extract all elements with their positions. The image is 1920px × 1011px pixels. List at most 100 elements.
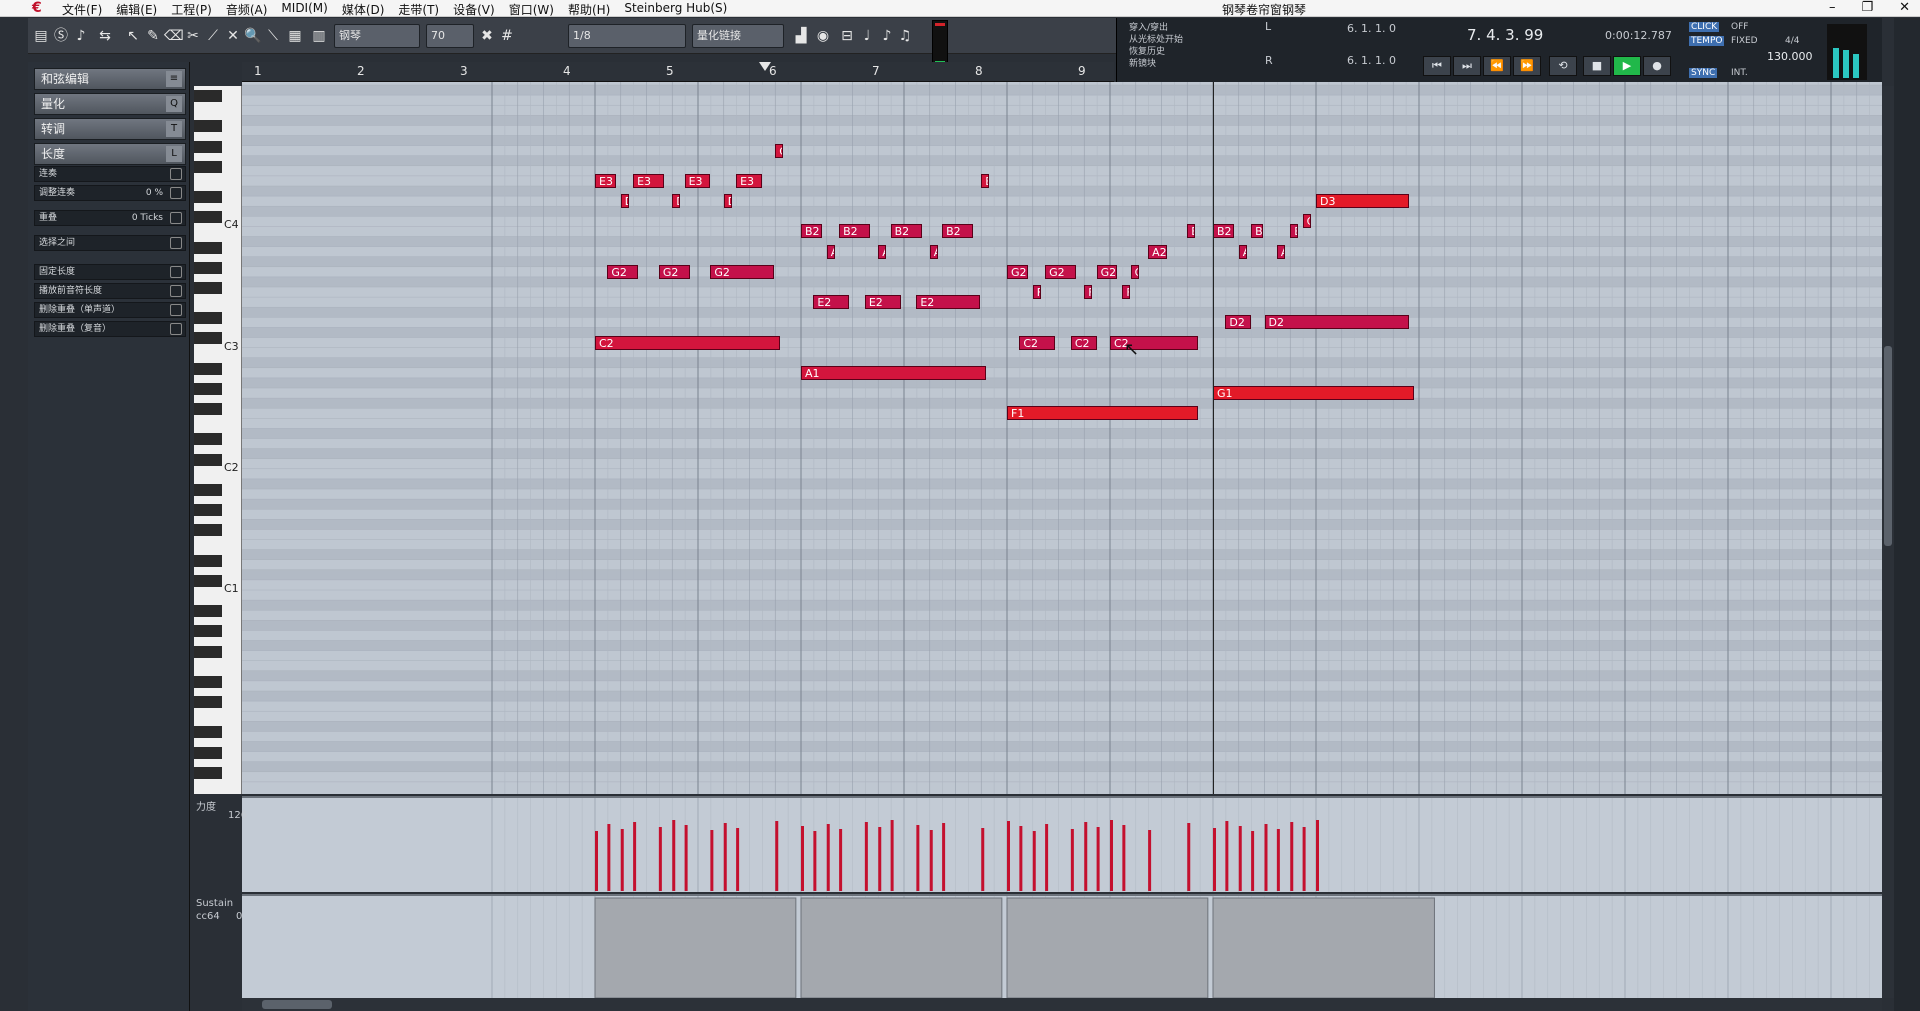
midi-note[interactable]: G2 — [1007, 264, 1028, 279]
listen-icon[interactable]: ♪ — [72, 27, 90, 45]
midi-note[interactable]: C2 — [1070, 335, 1097, 350]
midi-note[interactable]: C2 — [595, 335, 781, 350]
velocity-bar[interactable] — [1302, 827, 1306, 891]
quantize-select[interactable]: 1/8 — [568, 24, 686, 48]
black-key[interactable] — [194, 574, 222, 587]
timeline-ruler[interactable]: 123456789 — [242, 62, 1114, 82]
menu-item[interactable]: 窗口(W) — [509, 1, 554, 18]
midi-note[interactable]: G2 — [1096, 264, 1118, 279]
track-selector[interactable]: 钢琴 — [334, 24, 420, 48]
midi-note[interactable]: D — [672, 194, 681, 209]
velocity-bar[interactable] — [1084, 822, 1088, 891]
black-key[interactable] — [194, 504, 222, 517]
velocity-bar[interactable] — [1316, 820, 1319, 891]
row-button-icon[interactable] — [170, 168, 182, 180]
glue-tool-icon[interactable]: ✕ — [224, 27, 242, 45]
velocity-bar[interactable] — [1238, 826, 1242, 891]
midi-note[interactable]: G2 — [1045, 264, 1076, 279]
row-button-icon[interactable] — [170, 304, 182, 316]
black-key[interactable] — [194, 483, 222, 496]
color-icon[interactable]: ◉ — [814, 27, 832, 45]
midi-note[interactable]: F1 — [1007, 406, 1198, 421]
velocity-bar[interactable] — [1070, 829, 1074, 891]
midi-input-icon[interactable]: ♫ — [896, 27, 914, 45]
play-icon[interactable]: ▶ — [1613, 56, 1641, 76]
black-key[interactable] — [194, 675, 222, 688]
velocity-bar[interactable] — [633, 822, 637, 891]
bpm-display[interactable]: 130.000 — [1767, 50, 1813, 63]
pencil-tool-icon[interactable]: ✎ — [144, 27, 162, 45]
midi-note[interactable]: B2 — [1213, 224, 1234, 239]
vertical-scrollbar[interactable] — [1882, 86, 1894, 998]
locator-marker-icon[interactable] — [759, 62, 771, 71]
step-input-icon[interactable]: ⊟ — [838, 27, 856, 45]
velocity-bar[interactable] — [1122, 825, 1126, 891]
black-key[interactable] — [194, 281, 222, 294]
midi-note[interactable]: E — [981, 173, 990, 188]
velocity-bar[interactable] — [1007, 821, 1010, 891]
pointer-tool-icon[interactable]: ↖ — [124, 27, 142, 45]
midi-note[interactable]: F — [1084, 285, 1093, 299]
bar-number[interactable]: 3 — [460, 64, 468, 78]
velocity-bar[interactable] — [710, 830, 714, 891]
scroll-thumb[interactable] — [262, 1000, 332, 1009]
black-key[interactable] — [194, 90, 222, 102]
sustain-block[interactable] — [800, 897, 1003, 998]
menu-item[interactable]: MIDI(M) — [281, 1, 327, 18]
midi-note[interactable]: A — [1238, 244, 1247, 259]
inspector-row[interactable]: 选择之间 — [34, 235, 186, 251]
row-button-icon[interactable] — [170, 266, 182, 278]
stop-icon[interactable]: ■ — [1583, 56, 1611, 76]
velocity-bar[interactable] — [658, 827, 662, 891]
eraser-tool-icon[interactable]: ⌫ — [164, 27, 184, 45]
right-locator[interactable]: 6. 1. 1. 0 — [1347, 54, 1396, 67]
menu-item[interactable]: 媒体(D) — [342, 1, 385, 18]
midi-note[interactable]: A — [1276, 244, 1285, 259]
midi-note[interactable]: A1 — [801, 365, 987, 380]
inspector-row[interactable]: 播放前音符长度 — [34, 283, 186, 299]
velocity-bar[interactable] — [1032, 831, 1036, 891]
black-key[interactable] — [194, 645, 222, 658]
velocity-bar[interactable] — [826, 824, 830, 891]
midi-note[interactable]: F — [1122, 285, 1131, 299]
time-display[interactable]: 0:00:12.787 — [1605, 29, 1672, 42]
black-key[interactable] — [194, 332, 222, 345]
trim-tool-icon[interactable]: ✂ — [184, 27, 202, 45]
velocity-bar[interactable] — [1290, 822, 1294, 891]
menu-item[interactable]: 编辑(E) — [116, 1, 157, 18]
midi-note[interactable]: E3 — [595, 173, 616, 188]
midi-note[interactable]: E2 — [864, 295, 901, 310]
midi-note[interactable]: F — [1032, 285, 1041, 299]
velocity-bar[interactable] — [1096, 827, 1100, 891]
midi-note[interactable]: D — [620, 194, 629, 209]
note-icon[interactable]: ♩ — [858, 27, 876, 45]
left-locator[interactable]: 6. 1. 1. 0 — [1347, 22, 1396, 35]
black-key[interactable] — [194, 191, 222, 203]
row-button-icon[interactable] — [170, 187, 182, 199]
quantize-link-select[interactable]: 量化链接 — [692, 24, 784, 48]
black-key[interactable] — [194, 312, 222, 325]
menu-item[interactable]: 走带(T) — [398, 1, 439, 18]
quantize-off-icon[interactable]: ✖ — [478, 27, 496, 45]
midi-note[interactable]: D — [723, 194, 732, 209]
velocity-bar[interactable] — [595, 831, 598, 891]
bar-number[interactable]: 1 — [254, 64, 262, 78]
midi-note[interactable]: E3 — [684, 173, 711, 188]
midi-note[interactable]: G2 — [710, 264, 775, 279]
black-key[interactable] — [194, 524, 222, 537]
black-key[interactable] — [194, 140, 222, 153]
menu-item[interactable]: 音频(A) — [226, 1, 268, 18]
position-display[interactable]: 7. 4. 3. 99 — [1467, 26, 1543, 44]
black-key[interactable] — [194, 160, 222, 173]
insert-velocity[interactable]: 70 — [426, 24, 474, 48]
sustain-block[interactable] — [1006, 897, 1209, 998]
midi-note[interactable]: G — [775, 143, 784, 158]
note-length-icon[interactable]: ♪ — [878, 27, 896, 45]
black-key[interactable] — [194, 696, 222, 708]
horizontal-scrollbar[interactable] — [242, 998, 1882, 1011]
inspector-section[interactable]: 转调 T — [34, 118, 186, 140]
note-grid[interactable]: E3E3E3E3DDDGED3CB2B2B2B2AAAA2BB2B2BAAG2G… — [242, 82, 1882, 794]
velocity-bar[interactable] — [736, 828, 740, 891]
midi-note[interactable]: A2 — [1148, 244, 1167, 259]
inspector-row[interactable]: 调整连奏 0 % — [34, 185, 186, 201]
